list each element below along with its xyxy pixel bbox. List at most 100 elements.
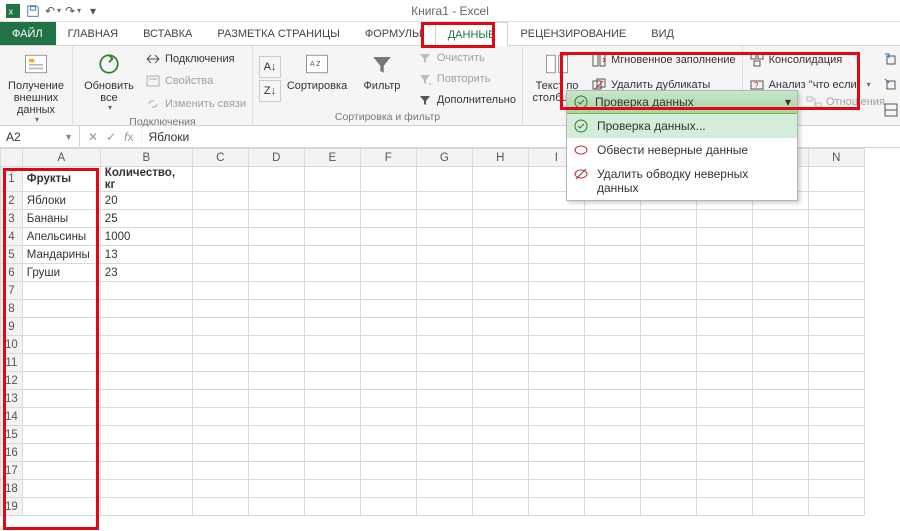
cell[interactable] xyxy=(248,264,304,282)
tab-page-layout[interactable]: РАЗМЕТКА СТРАНИЦЫ xyxy=(205,22,352,45)
cell[interactable] xyxy=(22,426,100,444)
tab-file[interactable]: ФАЙЛ xyxy=(0,22,56,45)
cell[interactable] xyxy=(192,192,248,210)
undo-icon[interactable]: ↶ xyxy=(44,2,62,20)
cell[interactable] xyxy=(416,246,472,264)
cell[interactable] xyxy=(22,336,100,354)
cell[interactable] xyxy=(22,480,100,498)
cell[interactable] xyxy=(22,390,100,408)
cell[interactable] xyxy=(22,498,100,516)
cell[interactable] xyxy=(752,228,808,246)
cell[interactable] xyxy=(100,282,192,300)
edit-links-button[interactable]: Изменить связи xyxy=(145,95,246,113)
cell[interactable] xyxy=(808,192,864,210)
cell[interactable] xyxy=(640,246,696,264)
cell[interactable] xyxy=(584,246,640,264)
filter-button[interactable]: Фильтр xyxy=(353,48,411,110)
cell[interactable] xyxy=(416,167,472,192)
cell[interactable] xyxy=(248,167,304,192)
cell[interactable] xyxy=(248,228,304,246)
cancel-icon[interactable]: ✕ xyxy=(88,130,98,144)
row-header[interactable]: 11 xyxy=(1,354,23,372)
cell[interactable] xyxy=(22,282,100,300)
cell[interactable] xyxy=(472,210,528,228)
properties-button[interactable]: Свойства xyxy=(145,72,246,90)
relationships-button[interactable]: Отношения xyxy=(806,94,885,110)
cell[interactable] xyxy=(752,246,808,264)
row-header[interactable]: 7 xyxy=(1,282,23,300)
row-header[interactable]: 8 xyxy=(1,300,23,318)
data-validation-split-button[interactable]: Проверка данных ▾ xyxy=(567,91,797,114)
qat-customize-icon[interactable]: ▾ xyxy=(84,2,102,20)
cell[interactable]: 20 xyxy=(100,192,192,210)
row-header[interactable]: 15 xyxy=(1,426,23,444)
cell[interactable] xyxy=(22,408,100,426)
cell[interactable] xyxy=(472,167,528,192)
cell[interactable] xyxy=(584,210,640,228)
cell[interactable] xyxy=(192,246,248,264)
col-header-B[interactable]: B xyxy=(100,149,192,167)
tab-home[interactable]: ГЛАВНАЯ xyxy=(56,22,131,45)
cell[interactable] xyxy=(472,192,528,210)
cell[interactable] xyxy=(696,228,752,246)
ungroup-button[interactable]: Разгру xyxy=(883,76,900,94)
menu-item-circle-invalid[interactable]: Обвести неверные данные xyxy=(567,138,797,162)
cell[interactable]: 23 xyxy=(100,264,192,282)
tab-review[interactable]: РЕЦЕНЗИРОВАНИЕ xyxy=(508,22,639,45)
col-header[interactable]: D xyxy=(248,149,304,167)
cell[interactable]: Мандарины xyxy=(22,246,100,264)
cell[interactable]: Фрукты xyxy=(22,167,100,192)
cell[interactable] xyxy=(528,210,584,228)
redo-icon[interactable]: ↷ xyxy=(64,2,82,20)
cell[interactable] xyxy=(192,228,248,246)
cell[interactable] xyxy=(22,318,100,336)
reapply-filter-button[interactable]: Повторить xyxy=(417,70,516,88)
cell[interactable] xyxy=(640,264,696,282)
row-header[interactable]: 17 xyxy=(1,462,23,480)
cell[interactable] xyxy=(696,210,752,228)
cell[interactable] xyxy=(416,210,472,228)
cell[interactable]: 13 xyxy=(100,246,192,264)
col-header[interactable]: F xyxy=(360,149,416,167)
sort-desc-button[interactable]: Z↓ xyxy=(259,80,281,102)
cell[interactable] xyxy=(416,264,472,282)
advanced-filter-button[interactable]: Дополнительно xyxy=(417,91,516,109)
row-header[interactable]: 6 xyxy=(1,264,23,282)
cell[interactable] xyxy=(696,246,752,264)
cell[interactable] xyxy=(808,264,864,282)
row-header[interactable]: 1 xyxy=(1,167,23,192)
row-header[interactable]: 2 xyxy=(1,192,23,210)
col-header[interactable]: H xyxy=(472,149,528,167)
select-all-cell[interactable] xyxy=(1,149,23,167)
cell[interactable]: 1000 xyxy=(100,228,192,246)
cell[interactable] xyxy=(22,462,100,480)
refresh-all-button[interactable]: Обновить все xyxy=(79,48,139,115)
fx-icon[interactable]: fx xyxy=(124,130,133,144)
cell[interactable] xyxy=(528,228,584,246)
row-header[interactable]: 3 xyxy=(1,210,23,228)
subtotal-button[interactable]: Промеж xyxy=(883,101,900,119)
col-header[interactable]: G xyxy=(416,149,472,167)
enter-icon[interactable]: ✓ xyxy=(106,130,116,144)
spreadsheet-grid[interactable]: A B C D E F G H I J K L M N 1ФруктыКолич… xyxy=(0,148,900,516)
row-header[interactable]: 9 xyxy=(1,318,23,336)
row-header[interactable]: 12 xyxy=(1,372,23,390)
menu-item-data-validation[interactable]: Проверка данных... xyxy=(567,114,797,138)
row-header[interactable]: 13 xyxy=(1,390,23,408)
row-header[interactable]: 4 xyxy=(1,228,23,246)
connections-button[interactable]: Подключения xyxy=(145,50,246,68)
cell[interactable] xyxy=(22,300,100,318)
tab-insert[interactable]: ВСТАВКА xyxy=(131,22,205,45)
col-header[interactable]: E xyxy=(304,149,360,167)
cell[interactable] xyxy=(304,246,360,264)
cell[interactable] xyxy=(304,192,360,210)
save-icon[interactable] xyxy=(24,2,42,20)
cell[interactable] xyxy=(416,192,472,210)
cell[interactable] xyxy=(22,354,100,372)
row-header[interactable]: 16 xyxy=(1,444,23,462)
cell[interactable] xyxy=(304,210,360,228)
cell[interactable] xyxy=(472,264,528,282)
col-header[interactable]: C xyxy=(192,149,248,167)
consolidate-button[interactable]: Консолидация xyxy=(749,51,871,69)
cell[interactable] xyxy=(360,246,416,264)
